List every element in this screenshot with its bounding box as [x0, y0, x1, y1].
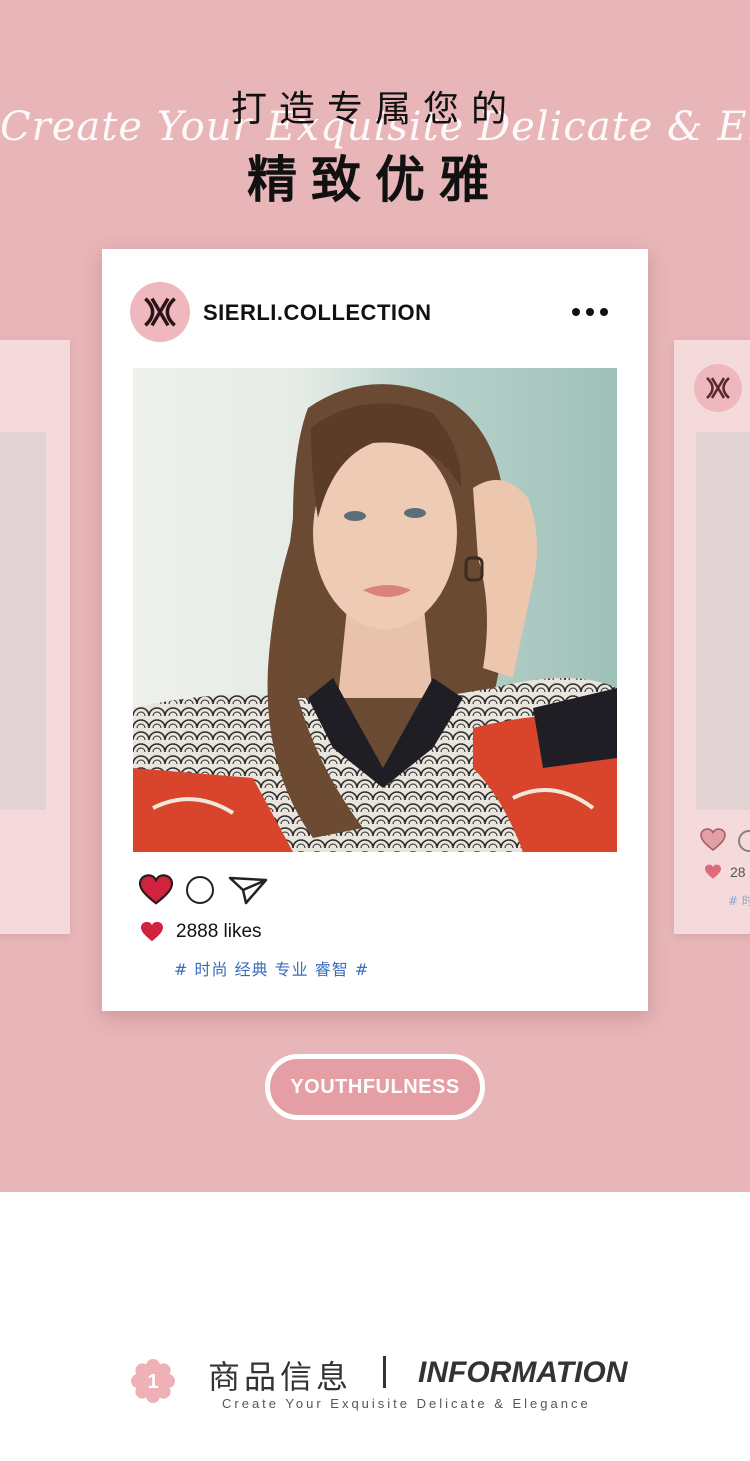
left-preview-card[interactable]	[0, 340, 70, 934]
heart-icon	[141, 921, 163, 942]
brand-logo-icon	[694, 364, 742, 412]
like-heart-icon[interactable]	[138, 874, 174, 910]
preview-likes-row: 28	[704, 864, 746, 880]
likes-row: 2888 likes	[140, 921, 262, 943]
account-name[interactable]: SIERLI.COLLECTION	[203, 300, 432, 326]
info-title-en: INFORMATION	[418, 1356, 628, 1389]
headline-line-2: 精致优雅	[247, 151, 503, 209]
information-header: 1 商品信息 INFORMATION Create Your Exquisite…	[0, 1330, 750, 1430]
right-preview-photo	[696, 432, 750, 810]
info-subtitle: Create Your Exquisite Delicate & Eleganc…	[222, 1396, 591, 1411]
post-actions	[138, 874, 298, 908]
info-title-cn: 商品信息	[208, 1358, 353, 1396]
preview-tags: # 时	[728, 894, 750, 908]
comment-icon	[738, 830, 750, 852]
post-photo	[133, 368, 617, 852]
likes-count: 2888 likes	[176, 921, 262, 942]
brand-logo-icon	[144, 297, 176, 327]
comment-icon[interactable]	[186, 876, 214, 904]
youthfulness-badge: YOUTHFULNESS	[265, 1054, 485, 1120]
badge-label: YOUTHFULNESS	[290, 1075, 460, 1098]
flower-number-icon: 1	[131, 1359, 175, 1403]
hero-section: Create Your Exquisite Delicate & Eleganc…	[0, 0, 750, 1192]
preview-likes-text: 28	[730, 864, 746, 880]
brand-avatar[interactable]	[130, 282, 190, 342]
right-preview-card[interactable]: 28 # 时	[674, 340, 750, 934]
post-card: SIERLI.COLLECTION 2888 likes # 时尚 经典 专业 …	[102, 249, 648, 1011]
heart-outline-icon	[700, 828, 726, 856]
hashtags[interactable]: # 时尚 经典 专业 睿智 #	[174, 956, 369, 980]
divider	[383, 1356, 386, 1388]
left-preview-photo	[0, 432, 46, 810]
more-dots-icon[interactable]	[572, 303, 620, 321]
heart-icon	[705, 864, 721, 879]
headline-line-1: 打造专属您的	[230, 89, 519, 130]
send-icon[interactable]	[228, 874, 268, 910]
section-number: 1	[147, 1371, 158, 1393]
